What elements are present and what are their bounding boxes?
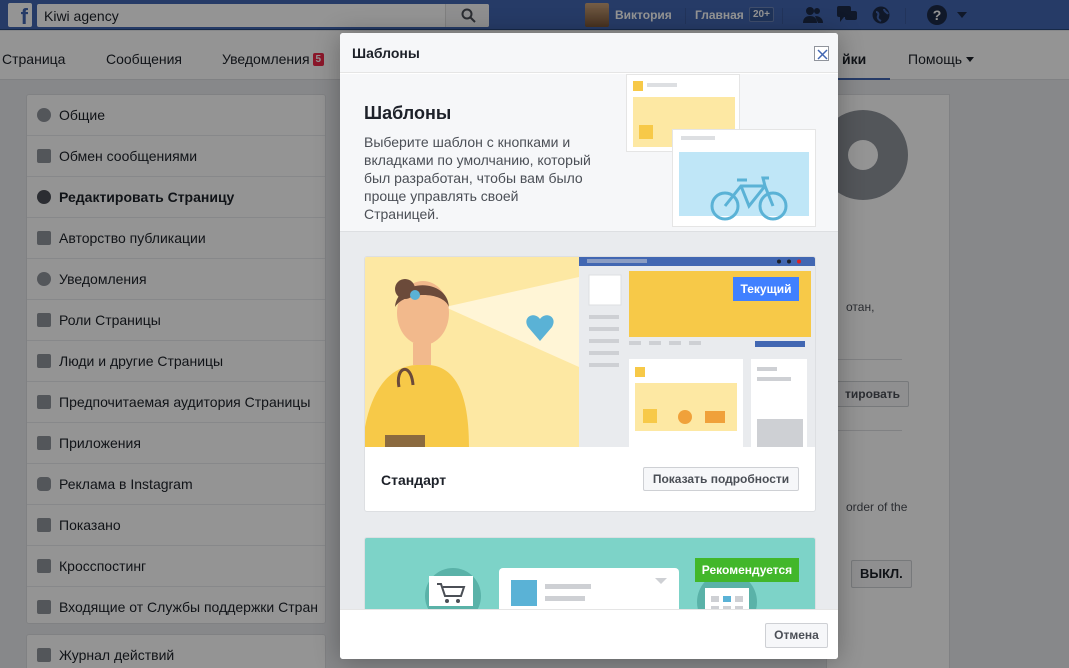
recommended-template-badge: Рекомендуется <box>695 558 799 582</box>
templates-intro: Шаблоны Выберите шаблон с кнопками и вкл… <box>340 74 838 232</box>
dialog-header: Шаблоны <box>340 33 838 73</box>
intro-description: Выберите шаблон с кнопками и вкладками п… <box>364 134 591 222</box>
bicycle-icon <box>710 176 788 221</box>
template-name: Стандарт <box>381 472 447 488</box>
intro-title: Шаблоны <box>364 103 452 123</box>
cancel-button[interactable]: Отмена <box>765 623 828 648</box>
dialog-footer: Отмена <box>340 609 838 659</box>
close-icon <box>817 49 828 60</box>
dialog-body[interactable]: Шаблоны Выберите шаблон с кнопками и вкл… <box>340 74 838 609</box>
template-card-standard[interactable]: Текущий Стандарт Показать подробности <box>364 256 816 512</box>
current-template-badge: Текущий <box>733 277 799 301</box>
dialog-title: Шаблоны <box>352 45 420 61</box>
template-card-recommended[interactable]: Рекомендуется <box>364 537 816 609</box>
close-button[interactable] <box>814 46 829 61</box>
templates-dialog: Шаблоны Шаблоны Выберите шаблон с кнопка… <box>340 33 838 659</box>
show-details-button[interactable]: Показать подробности <box>643 467 799 491</box>
bicycle-illustration <box>672 129 816 227</box>
